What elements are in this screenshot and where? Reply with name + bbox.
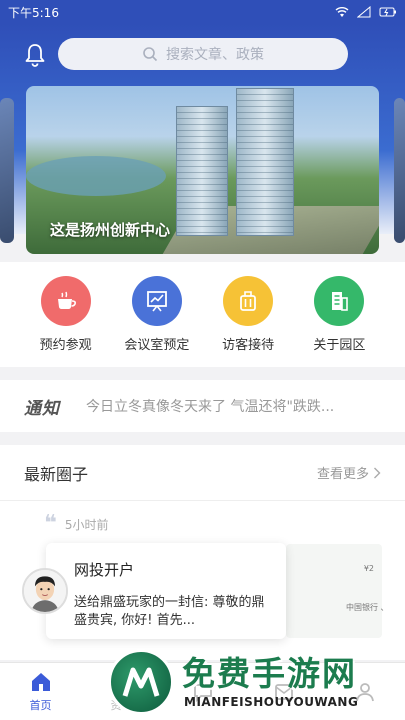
watermark: 免费手游网 MIANFEISHOUYOUWANG	[108, 645, 405, 720]
banner-image-lake	[26, 156, 166, 196]
quote-icon: ❝	[44, 511, 57, 536]
notice-text: 今日立冬真像冬天来了 气温还将"跌跌...	[86, 399, 335, 415]
action-about-park[interactable]: 关于园区	[299, 262, 379, 367]
wifi-icon	[335, 7, 349, 17]
search-icon	[143, 47, 158, 62]
post-meta: ❝ 5小时前	[44, 513, 109, 535]
battery-icon	[379, 7, 396, 17]
signal-icon	[357, 6, 371, 18]
search-bar[interactable]: 搜索文章、政策	[58, 38, 348, 70]
section-header: 最新圈子 查看更多	[0, 445, 405, 501]
latest-circle-section: 最新圈子 查看更多 ❝ 5小时前 ¥2 中国银行 、 网投开户 送给鼎盛玩家的一…	[0, 445, 405, 660]
home-icon	[31, 673, 50, 691]
nav-home[interactable]: 首页	[0, 663, 81, 720]
action-label: 会议室预定	[124, 338, 190, 353]
banner-image-tower	[176, 106, 228, 236]
action-icon-circle	[223, 276, 274, 326]
chevron-right-icon	[374, 467, 381, 478]
next-post-amount: ¥2	[363, 564, 374, 573]
action-label: 访客接待	[222, 338, 275, 353]
action-meeting-room[interactable]: 会议室预定	[117, 262, 197, 367]
nav-label: 首页	[29, 699, 52, 712]
bell-icon[interactable]	[22, 42, 48, 68]
avatar[interactable]	[22, 568, 68, 614]
post-time: 5小时前	[64, 517, 109, 532]
avatar-image	[24, 570, 66, 612]
search-placeholder: 搜索文章、政策	[166, 47, 264, 63]
post-card[interactable]: 网投开户 送给鼎盛玩家的一封信: 尊敬的鼎盛贵宾, 你好! 首先...	[46, 543, 286, 639]
banner-caption: 这是扬州创新中心	[50, 221, 171, 239]
banner-image-tower	[236, 88, 294, 236]
action-visitor-reception[interactable]: 访客接待	[208, 262, 288, 367]
coffee-cup-icon	[57, 291, 76, 309]
watermark-title: 免费手游网	[182, 654, 357, 693]
next-post-card[interactable]: ¥2 中国银行 、	[286, 544, 389, 638]
notice-bar[interactable]: 通知 今日立冬真像冬天来了 气温还将"跌跌...	[0, 380, 405, 432]
presentation-board-icon	[146, 291, 167, 312]
luggage-icon	[240, 291, 257, 311]
view-more-label: 查看更多	[316, 467, 369, 482]
building-icon	[332, 292, 349, 311]
status-bar: 下午5:16	[0, 0, 405, 24]
status-time: 下午5:16	[8, 5, 59, 20]
watermark-subtitle: MIANFEISHOUYOUWANG	[184, 695, 359, 709]
banner-slide[interactable]: 这是扬州创新中心	[26, 86, 379, 254]
quick-actions: 预约参观 会议室预定 访客接待 关于园区	[0, 262, 405, 367]
action-icon-circle	[40, 276, 91, 326]
action-icon-circle	[314, 276, 365, 326]
banner-next-slide[interactable]	[394, 98, 405, 243]
action-label: 关于园区	[313, 338, 366, 353]
notice-tag: 通知	[24, 398, 60, 419]
section-title: 最新圈子	[24, 464, 89, 484]
next-post-bank: 中国银行 、	[346, 603, 389, 612]
view-more-link[interactable]: 查看更多	[317, 463, 381, 482]
post-author: 网投开户	[74, 561, 135, 579]
post-body: 送给鼎盛玩家的一封信: 尊敬的鼎盛贵宾, 你好! 首先...	[74, 595, 265, 628]
action-icon-circle	[131, 276, 182, 326]
status-icons	[335, 6, 397, 18]
banner-prev-slide[interactable]	[0, 98, 14, 243]
action-book-visit[interactable]: 预约参观	[26, 262, 106, 367]
action-label: 预约参观	[39, 338, 92, 353]
watermark-logo-icon	[108, 649, 174, 715]
